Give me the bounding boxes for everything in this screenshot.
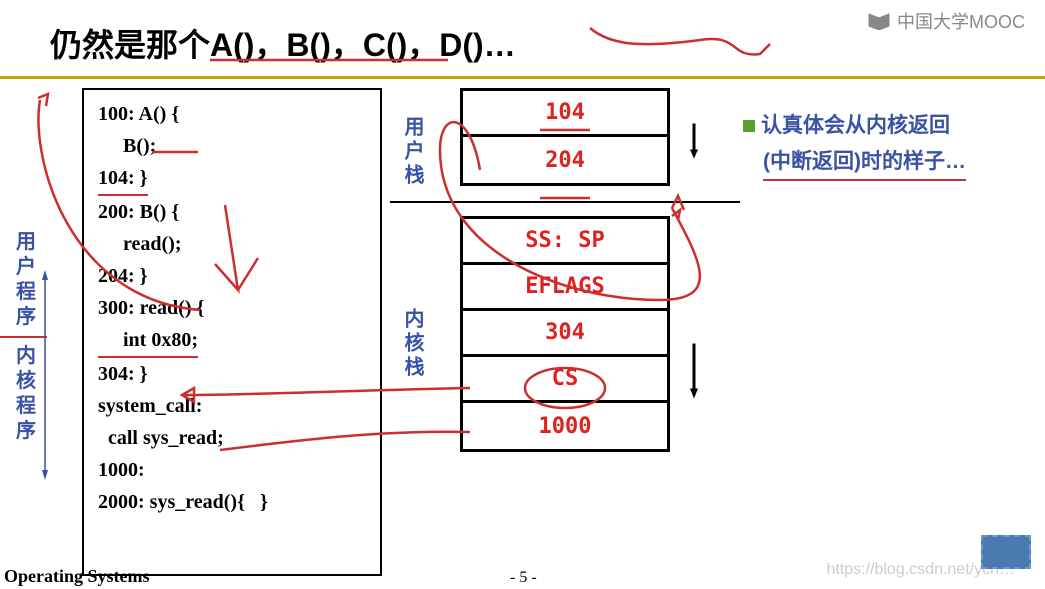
stack-cell: 1000 [463,403,667,449]
user-stack-label: 用户栈 [398,116,427,188]
kernel-stack: SS: SP EFLAGS 304 CS 1000 [460,216,670,452]
code-line: 104: } [98,162,148,196]
stack-cell: EFLAGS [463,265,667,311]
slide-title: 仍然是那个A()，B()，C()，D()… [50,20,995,66]
code-line: 100: A() { [98,98,366,130]
user-stack: 104 204 [460,88,670,186]
stack-cell: CS [463,357,667,403]
watermark-text: 中国大学MOOC [897,8,1025,34]
user-program-label: 用户程序 [16,230,36,330]
code-line: 304: } [98,358,366,390]
bullet-icon [743,120,755,132]
down-arrow-icon [690,316,698,426]
stack-cell: SS: SP [463,219,667,265]
note-line-2: (中断返回)时的样子… [763,144,966,182]
book-icon [867,12,891,30]
program-type-labels: 用户程序 内核程序 [14,230,38,444]
stack-separator [430,186,670,216]
kernel-stack-label: 内核栈 [398,308,427,380]
stack-cell: 304 [463,311,667,357]
watermark: 中国大学MOOC [867,8,1025,34]
page-number: - 5 - [510,569,537,587]
code-line: 1000: [98,454,366,486]
code-line: int 0x80; [98,324,198,358]
double-arrow-icon [42,270,48,480]
code-line: 204: } [98,260,366,292]
code-line: system_call: [98,390,366,422]
annotation-note: 认真体会从内核返回 (中断返回)时的样子… [743,108,1013,181]
corner-badge [981,535,1031,569]
footer-text: Operating Systems [4,566,150,587]
note-line-1: 认真体会从内核返回 [761,114,950,137]
label-divider [0,336,47,338]
code-line: read(); [98,228,366,260]
down-arrow-icon [690,106,698,176]
stack-diagram: 用户栈 104 204 内核栈 SS: SP EFLAGS 304 CS 100… [430,88,670,452]
code-block: 100: A() { B(); 104: } 200: B() { read()… [82,88,382,576]
code-line: B(); [98,130,366,162]
stack-cell: 104 [463,91,667,137]
code-line: 200: B() { [98,196,366,228]
code-line: 2000: sys_read(){ } [98,486,366,518]
kernel-program-label: 内核程序 [16,344,36,444]
code-line: call sys_read; [98,422,366,454]
code-line: 300: read() { [98,292,366,324]
stack-cell: 204 [463,137,667,183]
